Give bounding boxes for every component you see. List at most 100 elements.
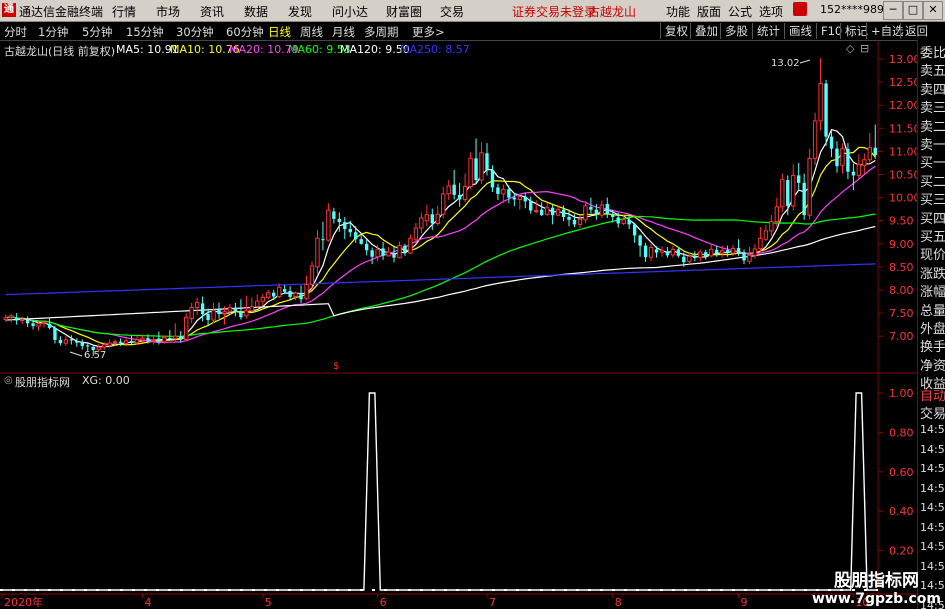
menu-item-wenxiaoda[interactable]: 问小达 xyxy=(332,3,368,20)
candle-body xyxy=(239,312,243,318)
candle-body xyxy=(632,224,637,236)
minimize-button[interactable]: ─ xyxy=(883,1,903,20)
fuquan-button[interactable]: 复权 xyxy=(660,23,692,39)
indicator-tick-label: 0.80 xyxy=(889,426,914,439)
candle-body xyxy=(507,189,511,198)
candle-body xyxy=(643,245,648,258)
candle-body xyxy=(413,227,419,240)
menu-item-jiaoyi[interactable]: 交易 xyxy=(440,3,464,20)
account-id[interactable]: 152****9892 xyxy=(820,3,891,16)
candle-body xyxy=(462,186,468,200)
huaxian-button[interactable]: 画线 xyxy=(784,23,816,39)
panel-item-2: 卖四 xyxy=(920,82,945,98)
candle-body xyxy=(80,342,84,346)
candle-body xyxy=(140,337,145,341)
panel-auto-label[interactable]: 自动 xyxy=(920,385,945,404)
diejia-button[interactable]: 叠加 xyxy=(690,23,722,39)
candle-body xyxy=(151,339,156,342)
indicator-settings-icon[interactable]: ◎ xyxy=(4,375,13,386)
indicator-tick-label: 0.60 xyxy=(889,466,914,479)
red-box-icon[interactable] xyxy=(793,2,807,16)
trade-login-alert[interactable]: 证券交易未登录 xyxy=(512,3,596,20)
watermark-line2: www.7gpzb.com xyxy=(811,591,941,607)
menu-item-zixun[interactable]: 资讯 xyxy=(200,3,224,20)
low-pointer xyxy=(69,351,83,357)
menu-item-gongshi[interactable]: 公式 xyxy=(728,3,752,20)
candle-body xyxy=(523,196,527,202)
period-monthly[interactable]: 月线 xyxy=(332,24,355,40)
panel-item-11: 现价 xyxy=(920,248,945,264)
candle-body xyxy=(752,248,758,256)
candle-body xyxy=(791,174,796,207)
menu-item-shuju[interactable]: 数据 xyxy=(244,3,268,20)
menu-item-faxian[interactable]: 发现 xyxy=(288,3,312,20)
candle-body xyxy=(321,239,325,241)
period-more[interactable]: 更多> xyxy=(412,24,445,40)
candle-body xyxy=(200,303,205,315)
y-tick-label: 8.00 xyxy=(889,284,914,297)
period-30min[interactable]: 30分钟 xyxy=(176,24,214,40)
candle-body xyxy=(403,245,407,254)
high-price-label: 13.02 xyxy=(771,58,800,69)
panel-trade-label[interactable]: 交易 xyxy=(920,403,945,422)
candle-body xyxy=(457,194,462,200)
candle-body xyxy=(567,217,571,220)
back-button[interactable]: 返回 xyxy=(900,23,932,39)
candle-body xyxy=(249,306,255,312)
candle-body xyxy=(561,209,566,218)
indicator-xg-value: XG: 0.00 xyxy=(82,374,130,387)
candle-body xyxy=(670,248,676,256)
candle-body xyxy=(851,171,856,176)
menu-item-gongneng[interactable]: 功能 xyxy=(666,3,690,20)
candle-body xyxy=(534,210,539,213)
candle-body xyxy=(337,218,342,223)
period-5min[interactable]: 5分钟 xyxy=(82,24,112,40)
candle-body xyxy=(332,211,336,219)
period-15min[interactable]: 15分钟 xyxy=(126,24,164,40)
menu-item-banmian[interactable]: 版面 xyxy=(697,3,721,20)
candle-body xyxy=(217,309,221,315)
candle-body xyxy=(408,237,413,254)
candle-body xyxy=(206,314,210,321)
y-tick-label: 11.00 xyxy=(889,145,917,158)
diamond-icon[interactable]: ◇ xyxy=(846,42,854,55)
x-tick-label: 9 xyxy=(741,596,748,609)
period-toolbar: 分时 1分钟 5分钟 15分钟 30分钟 60分钟 日线 周线 月线 多周期 更… xyxy=(0,22,945,41)
period-weekly[interactable]: 周线 xyxy=(300,24,323,40)
candle-body xyxy=(873,147,877,156)
kline-chart[interactable]: 13.00 12.50 12.00 11.50 11.00 10.50 10.00 9.50 9… xyxy=(0,40,917,609)
chart-axes: 13.00 12.50 12.00 11.50 11.00 10.50 10.00 9.50 9… xyxy=(1,53,917,609)
menu-item-caifuquan[interactable]: 财富圈 xyxy=(386,3,422,20)
period-1min[interactable]: 1分钟 xyxy=(38,24,68,40)
period-daily[interactable]: 日线 xyxy=(268,24,291,40)
close-button[interactable]: ✕ xyxy=(923,1,943,20)
tongji-button[interactable]: 统计 xyxy=(752,23,784,39)
candle-body xyxy=(189,307,194,320)
menu-item-shichang[interactable]: 市场 xyxy=(156,3,180,20)
candle-body xyxy=(211,309,216,321)
panel-time-6: 14:56 xyxy=(920,540,945,553)
maximize-button[interactable]: □ xyxy=(903,1,923,20)
candle-body xyxy=(725,250,730,254)
candle-body xyxy=(430,214,434,224)
candle-body xyxy=(682,256,686,263)
menu-item-hangqing[interactable]: 行情 xyxy=(112,3,136,20)
period-60min[interactable]: 60分钟 xyxy=(226,24,264,40)
collapse-icon[interactable]: ⊟ xyxy=(860,42,869,55)
duogu-button[interactable]: 多股 xyxy=(720,23,752,39)
panel-item-3: 卖三 xyxy=(920,101,945,117)
menu-item-xuanxiang[interactable]: 选项 xyxy=(759,3,783,20)
candle-body xyxy=(719,250,725,254)
period-multi[interactable]: 多周期 xyxy=(364,24,399,40)
high-pointer xyxy=(799,59,811,64)
candle-body xyxy=(539,209,544,216)
ma120-line xyxy=(5,225,876,321)
current-stock-name: 古越龙山 xyxy=(588,5,637,19)
candle-body xyxy=(867,147,872,161)
period-fenshi[interactable]: 分时 xyxy=(4,24,27,40)
y-tick-label: 12.50 xyxy=(889,76,917,89)
candle-body xyxy=(354,232,358,240)
candle-body xyxy=(86,345,90,347)
panel-item-0: 委比 xyxy=(920,46,945,61)
candle-body xyxy=(786,180,790,206)
